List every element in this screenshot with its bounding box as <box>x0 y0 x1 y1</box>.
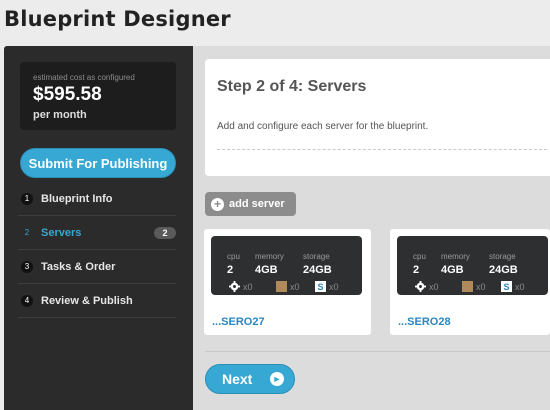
estimated-cost-box: estimated cost as configured $595.58 per… <box>20 62 176 130</box>
storage-value: 24GB <box>489 264 518 276</box>
step-label: Servers <box>41 226 82 239</box>
cpu-value: 2 <box>227 264 234 276</box>
package-count: x0 <box>476 282 486 292</box>
step-header-card: Step 2 of 4: Servers Add and configure e… <box>205 59 550 176</box>
script-count: x0 <box>329 282 339 292</box>
step-item-blueprint-info[interactable]: 1 Blueprint Info <box>18 182 176 216</box>
package-icon <box>276 281 287 292</box>
cpu-label: cpu <box>227 252 240 261</box>
step-number: 3 <box>21 260 33 273</box>
gear-icon <box>415 281 426 292</box>
step-label: Blueprint Info <box>41 192 113 205</box>
step-title: Step 2 of 4: Servers <box>217 78 367 95</box>
step-number: 2 <box>24 228 30 237</box>
storage-label: storage <box>489 252 516 261</box>
script-count: x0 <box>515 282 525 292</box>
step-item-servers[interactable]: 2 Servers 2 <box>18 216 176 250</box>
add-server-label: add server <box>229 198 285 210</box>
cpu-label: cpu <box>413 252 426 261</box>
cpu-value: 2 <box>413 264 420 276</box>
app-title: Blueprint Designer <box>4 7 231 31</box>
next-label: Next <box>222 371 253 387</box>
storage-label: storage <box>303 252 330 261</box>
submit-for-publishing-button[interactable]: Submit For Publishing <box>20 148 176 178</box>
script-icon: S <box>501 281 512 292</box>
step-number: 1 <box>21 192 33 205</box>
package-count: x0 <box>290 282 300 292</box>
step-label: Review & Publish <box>41 294 133 307</box>
divider <box>205 351 550 352</box>
next-button[interactable]: Next ► <box>205 364 295 394</box>
task-count: x0 <box>429 282 439 292</box>
plus-circle-icon: + <box>211 197 224 211</box>
server-count-badge: 2 <box>154 227 176 239</box>
server-specs: cpu memory storage 2 4GB 24GB x0 x0 S x0 <box>211 236 362 295</box>
arrow-right-icon: ► <box>270 372 284 386</box>
cost-period: per month <box>33 109 87 121</box>
server-name-link[interactable]: ...SERO28 <box>398 316 451 328</box>
memory-value: 4GB <box>441 264 464 276</box>
step-list: 1 Blueprint Info 2 Servers 2 3 Tasks & O… <box>18 182 176 318</box>
server-card[interactable]: cpu memory storage 2 4GB 24GB x0 x0 S x0… <box>390 229 550 335</box>
step-label: Tasks & Order <box>41 260 116 273</box>
step-item-tasks-order[interactable]: 3 Tasks & Order <box>18 250 176 284</box>
main-panel: Step 2 of 4: Servers Add and configure e… <box>193 46 550 410</box>
gear-icon <box>229 281 240 292</box>
memory-label: memory <box>255 252 284 261</box>
server-card[interactable]: cpu memory storage 2 4GB 24GB x0 x0 S x0… <box>204 229 371 335</box>
divider <box>217 149 547 150</box>
cost-amount: $595.58 <box>33 84 102 105</box>
cost-caption: estimated cost as configured <box>33 73 135 82</box>
storage-value: 24GB <box>303 264 332 276</box>
step-item-review-publish[interactable]: 4 Review & Publish <box>18 284 176 318</box>
script-icon: S <box>315 281 326 292</box>
step-number: 4 <box>21 294 33 307</box>
add-server-button[interactable]: + add server <box>205 192 296 216</box>
step-description: Add and configure each server for the bl… <box>217 121 429 132</box>
package-icon <box>462 281 473 292</box>
task-count: x0 <box>243 282 253 292</box>
server-name-link[interactable]: ...SERO27 <box>212 316 265 328</box>
sidebar: estimated cost as configured $595.58 per… <box>4 46 193 410</box>
memory-label: memory <box>441 252 470 261</box>
memory-value: 4GB <box>255 264 278 276</box>
server-specs: cpu memory storage 2 4GB 24GB x0 x0 S x0 <box>397 236 548 295</box>
